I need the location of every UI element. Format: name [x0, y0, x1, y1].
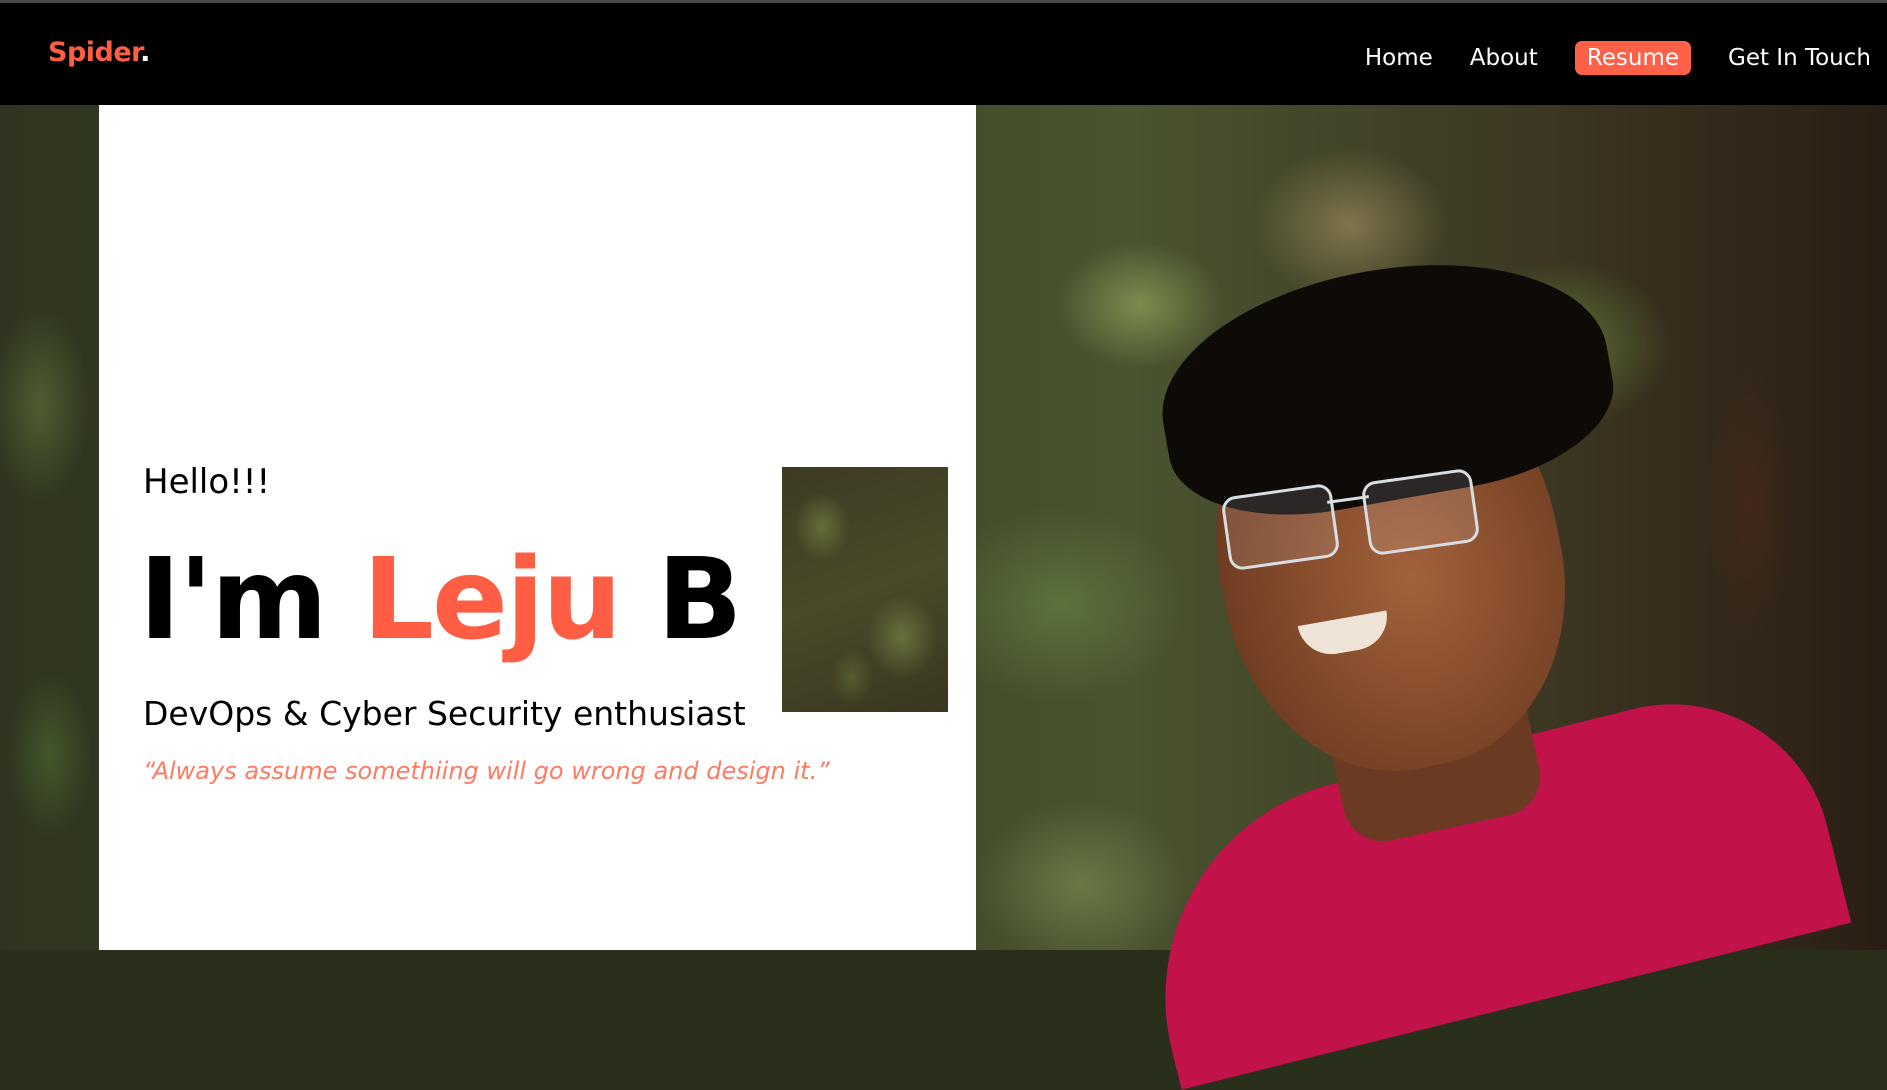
- nav-link-home[interactable]: Home: [1365, 41, 1433, 75]
- hero-headline: I'm Leju B: [139, 530, 742, 670]
- logo-dot: .: [140, 37, 150, 68]
- headline-prefix: I'm: [139, 535, 363, 665]
- headline-suffix: B: [620, 535, 742, 665]
- nav-links: Home About Resume Get In Touch: [1328, 41, 1871, 75]
- greeting: Hello!!!: [143, 462, 271, 502]
- profile-photo: [1118, 232, 1852, 1090]
- headline-name: Leju: [362, 535, 622, 665]
- site-logo[interactable]: Spider.: [48, 37, 150, 68]
- navbar: Spider. Home About Resume Get In Touch: [0, 3, 1887, 105]
- nav-link-resume[interactable]: Resume: [1574, 41, 1691, 75]
- logo-text: Spider: [48, 37, 141, 68]
- background-thumbnail: [782, 467, 948, 712]
- role-subtitle: DevOps & Cyber Security enthusiast: [143, 694, 746, 733]
- nav-link-get-in-touch[interactable]: Get In Touch: [1728, 41, 1871, 75]
- nav-link-about[interactable]: About: [1470, 41, 1538, 75]
- hero-quote: “Always assume somethiing will go wrong …: [143, 757, 830, 785]
